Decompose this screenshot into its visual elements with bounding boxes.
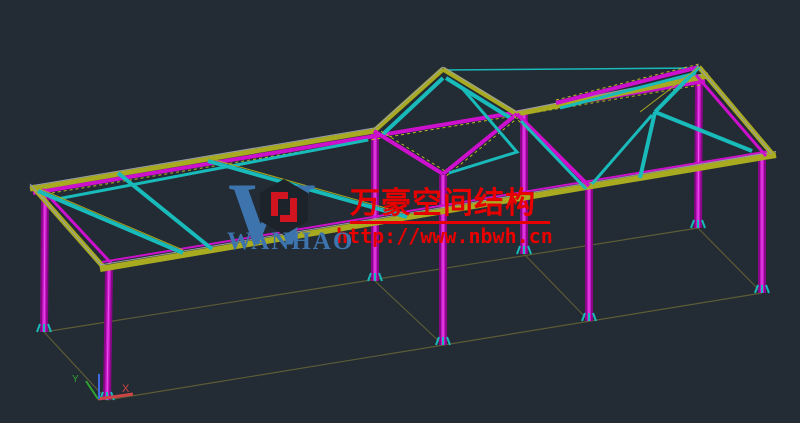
column: [691, 80, 705, 228]
column: [755, 160, 769, 293]
watermark-url: http://www.nbwh.cn: [336, 224, 553, 248]
watermark-logo-text: WANHAO: [227, 228, 347, 256]
ucs-x-label: X: [122, 383, 130, 395]
ucs-y-label: Y: [72, 374, 79, 385]
column: [582, 187, 596, 321]
column: [100, 270, 114, 400]
watermark-company-name: 万豪空间结构: [350, 188, 550, 224]
cad-viewport[interactable]: X Y W 万豪空间结构 http://www.nbwh.cn WANHAO: [0, 0, 800, 423]
column: [37, 196, 51, 332]
